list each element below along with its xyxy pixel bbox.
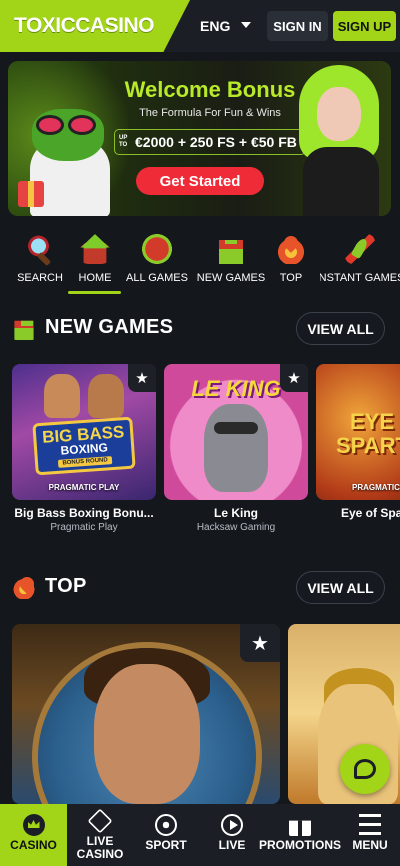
- category-label: NEW GAMES: [196, 272, 266, 284]
- banner-title: Welcome Bonus: [124, 77, 296, 102]
- category-instant-games[interactable]: INSTANT GAMES: [320, 230, 400, 296]
- casino-home-page: TOXICCASINO ENG SIGN IN SIGN UP Welcome …: [0, 0, 400, 866]
- category-label: HOME: [78, 272, 112, 284]
- section-title: TOP: [45, 575, 87, 597]
- chevron-down-icon[interactable]: [241, 22, 251, 28]
- game-name: Big Bass Boxing Bonu...: [14, 506, 154, 520]
- logo-container[interactable]: TOXICCASINO: [0, 0, 190, 52]
- top-header: TOXICCASINO ENG SIGN IN SIGN UP: [0, 0, 400, 52]
- toxic-casino-logo: TOXICCASINO: [14, 14, 154, 37]
- sign-up-button[interactable]: SIGN UP: [333, 11, 396, 41]
- game-name: Eye of Spa: [341, 506, 400, 520]
- nav-label: LIVE: [218, 838, 246, 852]
- all-games-icon: [142, 234, 172, 264]
- nav-casino[interactable]: CASINO: [0, 804, 67, 866]
- provider-tag: PRAGMATIC PLAY: [48, 483, 120, 492]
- bonus-offer-box: UP TO €2000 + 250 FS + €50 FB: [114, 129, 306, 155]
- nav-label: MENU: [352, 838, 388, 852]
- search-icon: [25, 234, 55, 264]
- nav-label: PROMOTIONS: [259, 838, 342, 852]
- game-thumbnail[interactable]: BIG BASS BOXING BONUS ROUND PRAGMATIC PL…: [12, 364, 156, 500]
- instant-games-icon: [345, 234, 375, 264]
- view-all-new-games-button[interactable]: VIEW ALL: [296, 312, 385, 345]
- new-games-icon: [219, 240, 243, 264]
- nav-live[interactable]: LIVE: [199, 804, 265, 866]
- nav-label: LIVE CASINO: [76, 834, 124, 861]
- live-chat-button[interactable]: [340, 744, 390, 794]
- menu-icon: [359, 814, 381, 836]
- nav-menu[interactable]: MENU: [340, 804, 400, 866]
- favorite-star-icon[interactable]: ★: [240, 624, 280, 662]
- category-label: TOP: [279, 272, 303, 284]
- new-games-header: NEW GAMES VIEW ALL: [0, 312, 400, 346]
- category-all-games[interactable]: ALL GAMES: [126, 230, 188, 296]
- new-games-carousel[interactable]: BIG BASS BOXING BONUS ROUND PRAGMATIC PL…: [0, 364, 400, 539]
- gift-icon: [289, 820, 311, 836]
- game-thumbnail[interactable]: ★: [12, 624, 280, 804]
- game-card[interactable]: EYE SPARTA PRAGMATIC Eye of Spa: [316, 364, 400, 522]
- top-games-header: TOP VIEW ALL: [0, 571, 400, 605]
- crown-icon: [22, 814, 45, 836]
- game-card[interactable]: BIG BASS BOXING BONUS ROUND PRAGMATIC PL…: [12, 364, 156, 533]
- nav-label: SPORT: [145, 838, 187, 852]
- game-name: Le King: [214, 506, 258, 520]
- new-games-icon: [14, 320, 34, 340]
- character-image: [291, 61, 391, 216]
- language-selector[interactable]: ENG: [200, 18, 230, 34]
- game-provider: Hacksaw Gaming: [196, 522, 276, 533]
- nav-promotions[interactable]: PROMOTIONS: [259, 804, 342, 866]
- game-art-logo: BIG BASS BOXING BONUS ROUND: [32, 416, 136, 476]
- game-provider: Pragmatic Play: [50, 522, 118, 533]
- dice-icon: [87, 808, 113, 834]
- category-home[interactable]: HOME: [72, 230, 118, 296]
- category-label: ALL GAMES: [126, 272, 188, 284]
- category-search[interactable]: SEARCH: [17, 230, 63, 296]
- chat-bubble-icon: [354, 759, 376, 779]
- bonus-offer-text: €2000 + 250 FS + €50 FB: [135, 134, 297, 150]
- top-icon: [12, 575, 36, 599]
- view-all-top-button[interactable]: VIEW ALL: [296, 571, 385, 604]
- category-nav: SEARCH HOME ALL GAMES NEW GAMES TOP INST…: [0, 230, 400, 296]
- gift-icon: [18, 181, 44, 207]
- category-label: SEARCH: [17, 272, 63, 284]
- category-new-games[interactable]: NEW GAMES: [196, 230, 266, 296]
- frog-mascot-image: [18, 101, 116, 216]
- active-category-indicator: [68, 291, 121, 294]
- top-games-carousel[interactable]: ★: [0, 624, 400, 804]
- game-art-logo: EYE SPARTA: [336, 409, 400, 458]
- nav-sport[interactable]: SPORT: [133, 804, 199, 866]
- provider-tag: PRAGMATIC: [352, 483, 400, 492]
- game-card[interactable]: LE KING ★ Le King Hacksaw Gaming: [164, 364, 308, 533]
- welcome-bonus-banner[interactable]: Welcome Bonus The Formula For Fun & Wins…: [8, 61, 391, 216]
- game-thumbnail[interactable]: LE KING ★: [164, 364, 308, 500]
- favorite-star-icon[interactable]: ★: [128, 364, 156, 392]
- play-icon: [221, 814, 243, 836]
- nav-live-casino[interactable]: LIVE CASINO: [67, 804, 133, 866]
- sign-in-button[interactable]: SIGN IN: [267, 11, 328, 41]
- favorite-star-icon[interactable]: ★: [280, 364, 308, 392]
- category-top[interactable]: TOP: [276, 230, 306, 296]
- category-label: INSTANT GAMES: [320, 272, 400, 284]
- game-thumbnail[interactable]: EYE SPARTA PRAGMATIC: [316, 364, 400, 500]
- section-title: NEW GAMES: [45, 316, 174, 338]
- upto-label: UP TO: [119, 135, 128, 148]
- nav-label: CASINO: [10, 838, 57, 852]
- banner-subtitle: The Formula For Fun & Wins: [139, 107, 281, 119]
- get-started-button[interactable]: Get Started: [136, 167, 264, 195]
- home-icon: [80, 234, 110, 264]
- top-icon: [276, 234, 306, 264]
- bottom-navigation: CASINO LIVE CASINO SPORT LIVE PROMOTIONS…: [0, 804, 400, 866]
- ball-icon: [155, 814, 177, 836]
